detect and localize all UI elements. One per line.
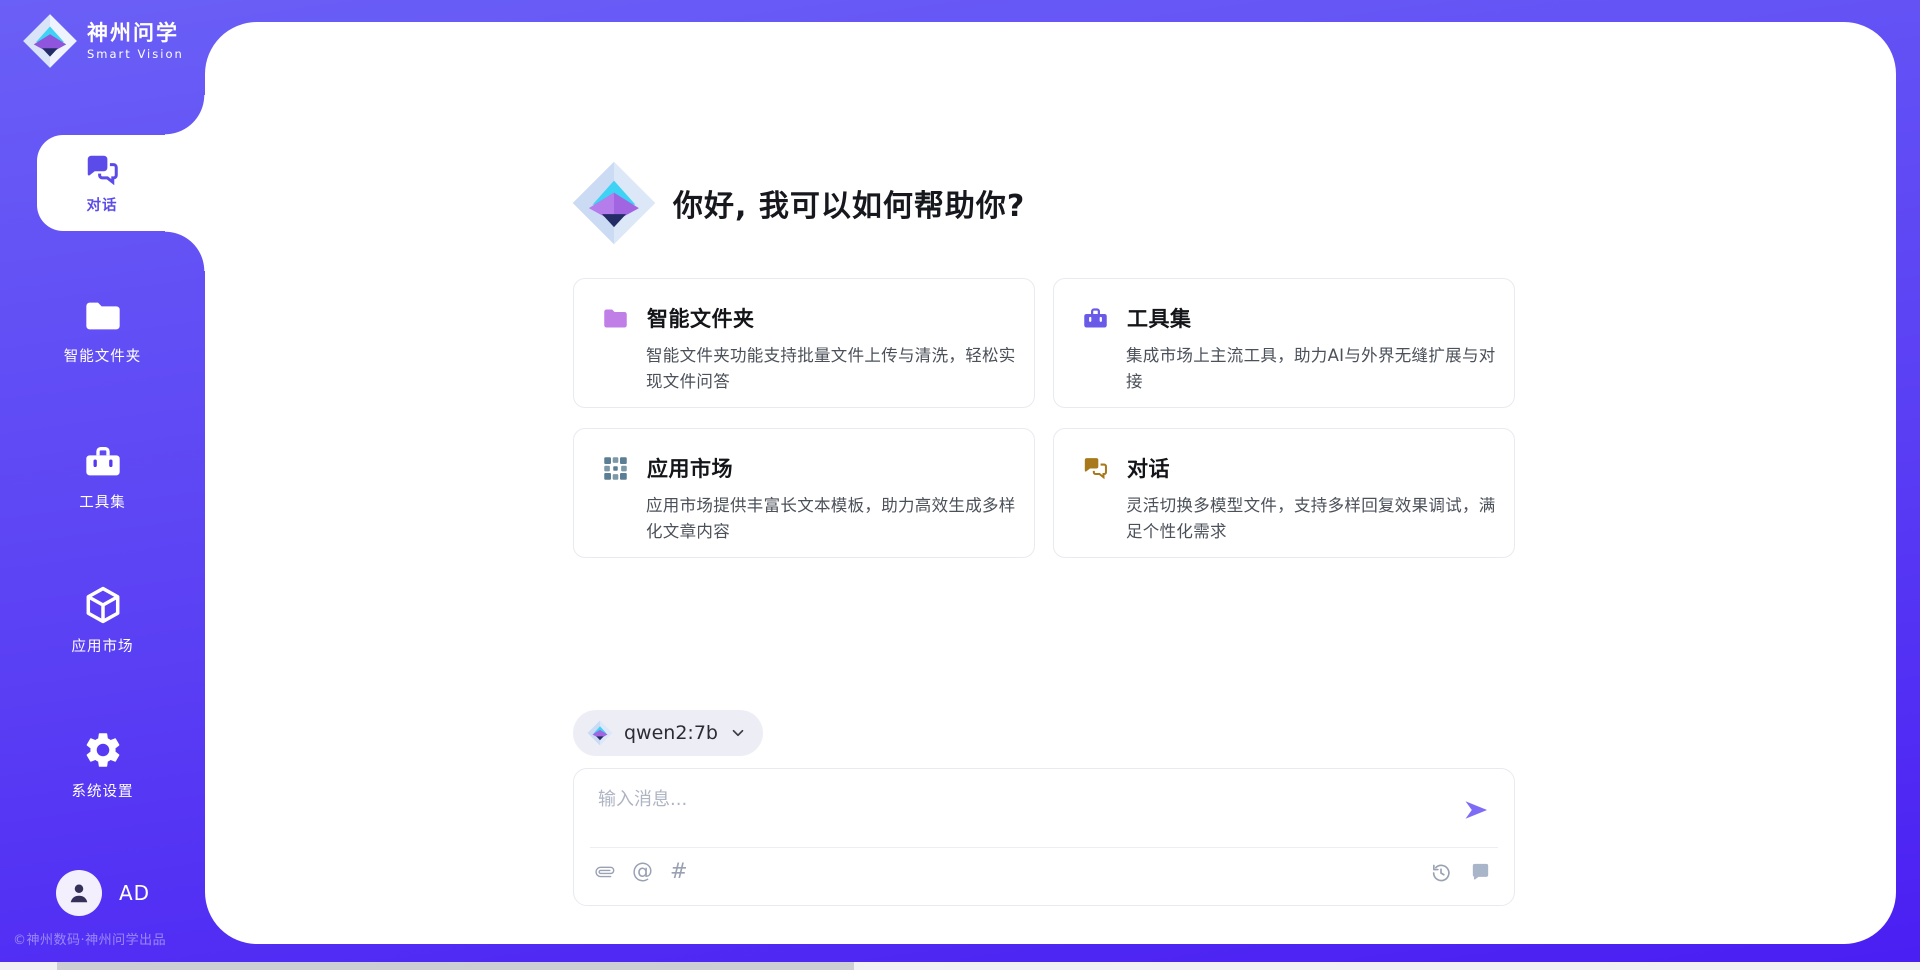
paperclip-icon[interactable] <box>595 862 615 882</box>
avatar <box>56 870 102 916</box>
card-title: 对话 <box>1127 453 1170 483</box>
sidebar-item-label: 系统设置 <box>72 780 134 801</box>
card-app-market[interactable]: 应用市场 应用市场提供丰富长文本模板，助力高效生成多样化文章内容 <box>573 428 1035 558</box>
message-input[interactable] <box>598 785 1458 833</box>
card-chat[interactable]: 对话 灵活切换多模型文件，支持多样回复效果调试，满足个性化需求 <box>1053 428 1515 558</box>
model-diamond-icon <box>587 720 613 746</box>
sidebar-item-settings[interactable]: 系统设置 <box>0 729 205 801</box>
card-description: 智能文件夹功能支持批量文件上传与清洗，轻松实现文件问答 <box>646 343 1022 394</box>
app-window: 你好, 我可以如何帮助你? 智能文件夹 智能文件夹功能支持批量文件上传与清洗，轻… <box>0 0 1920 970</box>
sidebar-item-label: 对话 <box>87 194 118 215</box>
sidebar-item-chat[interactable]: 对话 <box>37 135 205 231</box>
feature-cards: 智能文件夹 智能文件夹功能支持批量文件上传与清洗，轻松实现文件问答 工具集 集成… <box>573 278 1515 558</box>
message-composer: @ # <box>573 768 1515 906</box>
main-content-panel: 你好, 我可以如何帮助你? 智能文件夹 智能文件夹功能支持批量文件上传与清洗，轻… <box>205 22 1896 944</box>
greeting-title: 你好, 我可以如何帮助你? <box>673 181 1025 225</box>
chat-icon <box>83 151 121 189</box>
card-description: 应用市场提供丰富长文本模板，助力高效生成多样化文章内容 <box>646 493 1022 544</box>
folder-icon <box>83 296 123 336</box>
card-description: 集成市场上主流工具，助力AI与外界无缝扩展与对接 <box>1126 343 1502 394</box>
card-toolset[interactable]: 工具集 集成市场上主流工具，助力AI与外界无缝扩展与对接 <box>1053 278 1515 408</box>
user-profile[interactable]: AD <box>56 870 150 916</box>
sidebar-item-app-market[interactable]: 应用市场 <box>0 584 205 656</box>
message-icon[interactable] <box>1469 861 1492 884</box>
brand-subtitle: Smart Vision <box>87 47 184 61</box>
card-smart-folder[interactable]: 智能文件夹 智能文件夹功能支持批量文件上传与清洗，轻松实现文件问答 <box>573 278 1035 408</box>
brand-diamond-icon <box>22 13 78 69</box>
sidebar-item-label: 工具集 <box>79 491 126 512</box>
brand-diamond-icon <box>571 160 657 246</box>
composer-left-icons: @ # <box>595 861 688 882</box>
user-initials: AD <box>119 881 150 905</box>
brand-name: 神州问学 <box>87 21 184 45</box>
chat-icon <box>1082 455 1109 482</box>
person-icon <box>64 878 94 908</box>
hash-icon[interactable]: # <box>670 861 688 882</box>
folder-icon <box>602 305 629 332</box>
horizontal-scrollbar-thumb[interactable] <box>57 962 854 970</box>
chevron-down-icon <box>729 724 747 742</box>
card-title: 智能文件夹 <box>647 303 755 333</box>
horizontal-scrollbar-track[interactable] <box>0 962 1920 970</box>
composer-divider <box>590 847 1498 848</box>
sidebar-item-label: 智能文件夹 <box>64 345 142 366</box>
gear-icon <box>82 729 124 771</box>
sidebar-item-toolset[interactable]: 工具集 <box>0 442 205 512</box>
grid-icon <box>602 455 629 482</box>
card-title: 工具集 <box>1127 303 1192 333</box>
history-icon[interactable] <box>1430 862 1452 884</box>
model-name: qwen2:7b <box>624 722 718 744</box>
send-icon <box>1462 796 1490 824</box>
copyright-text: ©神州数码·神州问学出品 <box>13 929 166 948</box>
toolbox-icon <box>83 442 123 482</box>
send-button[interactable] <box>1462 795 1492 825</box>
sidebar-item-label: 应用市场 <box>72 635 134 656</box>
composer-right-icons <box>1430 861 1492 884</box>
sidebar-item-smart-folder[interactable]: 智能文件夹 <box>0 296 205 366</box>
sidebar: 神州问学 Smart Vision 对话 智能文件夹 <box>0 0 205 970</box>
card-description: 灵活切换多模型文件，支持多样回复效果调试，满足个性化需求 <box>1126 493 1502 544</box>
cube-icon <box>82 584 124 626</box>
brand-logo: 神州问学 Smart Vision <box>22 13 184 69</box>
model-selector[interactable]: qwen2:7b <box>573 710 763 756</box>
at-icon[interactable]: @ <box>632 861 653 882</box>
greeting-block: 你好, 我可以如何帮助你? <box>571 160 1025 246</box>
toolbox-icon <box>1082 305 1109 332</box>
card-title: 应用市场 <box>647 453 733 483</box>
